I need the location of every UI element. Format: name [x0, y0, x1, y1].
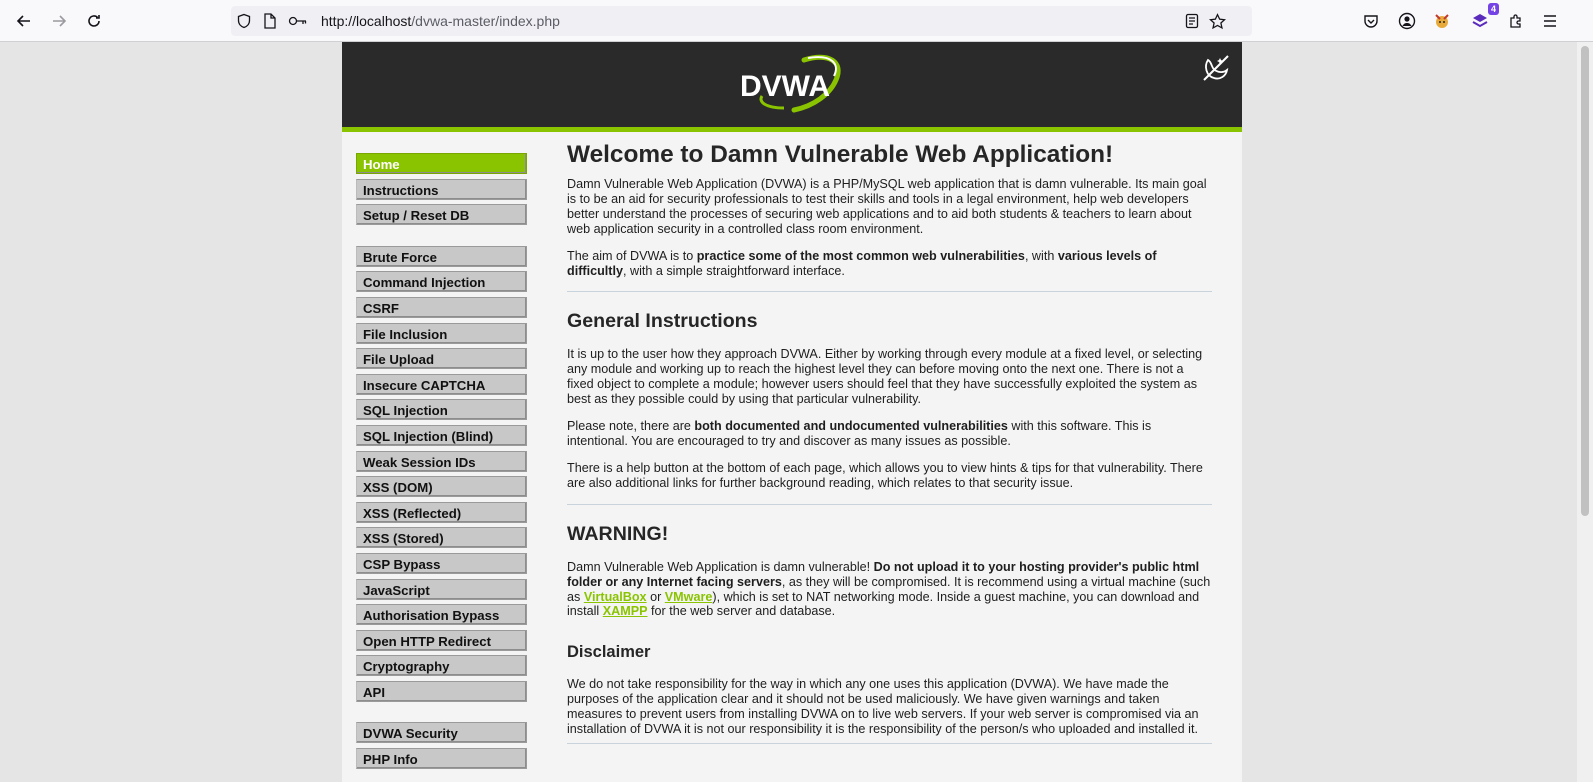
instructions-heading: General Instructions	[567, 310, 758, 333]
menu-item-xss-dom[interactable]: XSS (DOM)	[356, 476, 527, 498]
menu-item-command-injection[interactable]: Command Injection	[356, 271, 527, 293]
warning-paragraph: Damn Vulnerable Web Application is damn …	[567, 560, 1212, 620]
warning-text: Damn Vulnerable Web Application is damn …	[567, 559, 874, 574]
instructions-paragraph-3: There is a help button at the bottom of …	[567, 460, 1203, 490]
url-text[interactable]: http://localhost/dvwa-master/index.php	[321, 13, 560, 29]
extension-badge-icon[interactable]: 4	[1466, 3, 1499, 35]
menu-item-weak-session-ids[interactable]: Weak Session IDs	[356, 450, 527, 472]
instructions-bold-text: both documented and undocumented vulnera…	[694, 419, 1008, 434]
dvwa-header: DVWA	[342, 42, 1242, 132]
intro-paragraph: Damn Vulnerable Web Application (DVWA) i…	[567, 177, 1207, 236]
menu-gap	[356, 230, 527, 246]
instructions-paragraph-1: It is up to the user how they approach D…	[567, 347, 1203, 407]
menu-item-cryptography[interactable]: Cryptography	[356, 655, 527, 677]
aim-paragraph: The aim of DVWA is to practice some of t…	[567, 249, 1212, 279]
divider	[567, 742, 1212, 744]
page-icon[interactable]	[261, 12, 279, 30]
menu-item-csp-bypass[interactable]: CSP Bypass	[356, 552, 527, 574]
menu-item-home[interactable]: Home	[356, 153, 527, 174]
extension-badge-count: 4	[1487, 3, 1499, 15]
menu-item-xss-reflected[interactable]: XSS (Reflected)	[356, 501, 527, 523]
aim-text: , with a simple straightforward interfac…	[622, 263, 845, 278]
warning-text: or	[646, 589, 665, 604]
account-icon[interactable]	[1393, 7, 1421, 35]
vmware-link[interactable]: VMware	[665, 590, 713, 604]
page-viewport: DVWA Home Instructions Setup / Reset DB …	[0, 42, 1577, 782]
instructions-paragraph-2: Please note, there are both documented a…	[567, 419, 1212, 449]
bookmark-star-icon[interactable]	[1208, 12, 1226, 30]
theme-toggle-icon[interactable]	[1200, 52, 1232, 84]
logo-text: DVWA	[740, 70, 830, 103]
divider	[567, 291, 1212, 293]
dvwa-container: DVWA Home Instructions Setup / Reset DB …	[342, 42, 1242, 782]
aim-bold-text: practice some of the most common web vul…	[696, 248, 1025, 263]
disclaimer-paragraph: We do not take responsibility for the wa…	[567, 677, 1199, 737]
instructions-text: Please note, there are	[567, 419, 695, 434]
reader-view-icon[interactable]	[1183, 12, 1201, 30]
warning-heading: WARNING!	[567, 522, 669, 545]
virtualbox-link[interactable]: VirtualBox	[584, 590, 647, 604]
url-bar[interactable]: http://localhost/dvwa-master/index.php	[231, 6, 1252, 36]
page-title: Welcome to Damn Vulnerable Web Applicati…	[567, 141, 1114, 168]
menu-group-main: Home Instructions Setup / Reset DB	[356, 153, 527, 226]
menu-gap	[356, 706, 527, 722]
menu-group-vulnerabilities: Brute Force Command Injection CSRF File …	[356, 245, 527, 702]
menu-item-file-upload[interactable]: File Upload	[356, 348, 527, 370]
aim-text: The aim of DVWA is to	[567, 248, 697, 263]
menu-item-brute-force[interactable]: Brute Force	[356, 245, 527, 267]
browser-toolbar: http://localhost/dvwa-master/index.php 4	[0, 0, 1593, 42]
disclaimer-heading: Disclaimer	[567, 643, 651, 662]
key-icon[interactable]	[287, 12, 309, 30]
menu-item-instructions[interactable]: Instructions	[356, 178, 527, 200]
menu-item-sql-injection-blind[interactable]: SQL Injection (Blind)	[356, 424, 527, 446]
menu-item-xss-stored[interactable]: XSS (Stored)	[356, 527, 527, 549]
menu-item-sql-injection[interactable]: SQL Injection	[356, 399, 527, 421]
forward-arrow-icon[interactable]	[45, 7, 73, 35]
menu-group-settings: DVWA Security PHP Info	[356, 722, 527, 770]
menu-item-csrf[interactable]: CSRF	[356, 296, 527, 318]
menu-item-insecure-captcha[interactable]: Insecure CAPTCHA	[356, 373, 527, 395]
scrollbar-thumb[interactable]	[1581, 46, 1589, 516]
menu-item-php-info[interactable]: PHP Info	[356, 748, 527, 770]
extensions-puzzle-icon[interactable]	[1502, 7, 1530, 35]
menu-item-open-http-redirect[interactable]: Open HTTP Redirect	[356, 629, 527, 651]
menu-item-dvwa-security[interactable]: DVWA Security	[356, 722, 527, 744]
menu-item-authorisation-bypass[interactable]: Authorisation Bypass	[356, 604, 527, 626]
menu-item-file-inclusion[interactable]: File Inclusion	[356, 322, 527, 344]
menu-item-javascript[interactable]: JavaScript	[356, 578, 527, 600]
menu-item-setup-reset-db[interactable]: Setup / Reset DB	[356, 204, 527, 226]
aim-text: , with	[1024, 248, 1058, 263]
back-arrow-icon[interactable]	[10, 7, 38, 35]
extension-fox-icon[interactable]	[1428, 7, 1456, 35]
main-content: Welcome to Damn Vulnerable Web Applicati…	[567, 141, 1212, 744]
app-menu-icon[interactable]	[1536, 7, 1564, 35]
reload-icon[interactable]	[80, 7, 108, 35]
side-menu: Home Instructions Setup / Reset DB Brute…	[356, 153, 527, 774]
xampp-link[interactable]: XAMPP	[603, 604, 648, 618]
divider	[567, 503, 1212, 505]
dvwa-logo: DVWA	[740, 54, 841, 113]
warning-text: for the web server and database.	[647, 604, 836, 619]
pocket-icon[interactable]	[1357, 7, 1385, 35]
menu-item-api[interactable]: API	[356, 680, 527, 702]
page-scrollbar[interactable]	[1577, 42, 1593, 782]
shield-icon[interactable]	[235, 12, 253, 30]
